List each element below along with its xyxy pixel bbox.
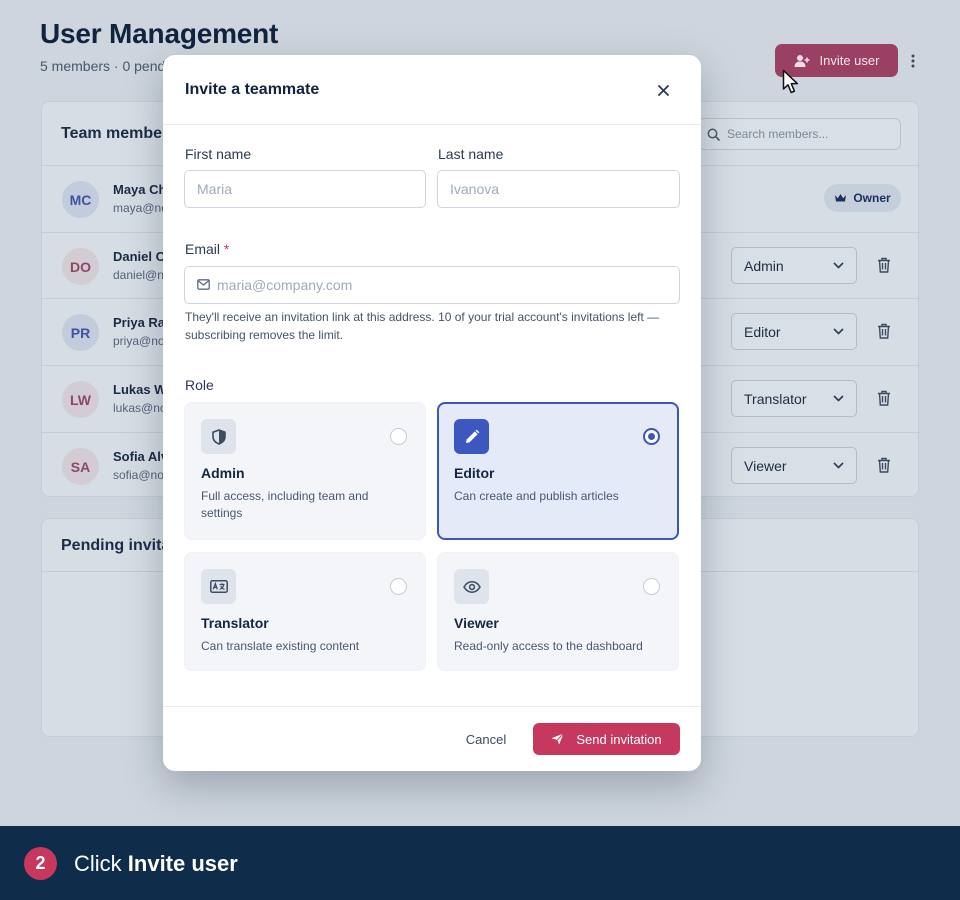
add-user-icon [794,54,810,68]
first-name-input[interactable] [185,171,425,207]
member-role-select[interactable]: Editor [731,313,857,350]
modal-header-divider [163,124,701,125]
caption-target: Invite user [127,851,238,876]
send-invitation-button[interactable]: Send invitation [533,723,680,755]
caption-prefix: Click [74,851,128,876]
first-name-field[interactable] [184,170,426,208]
role-option-editor[interactable]: Editor Can create and publish articles [437,402,679,540]
last-name-label: Last name [438,146,504,162]
tutorial-caption-bar: 2 Click Invite user [0,826,960,900]
modal-title: Invite a teammate [185,81,320,98]
invite-user-button-label: Invite user [819,53,880,68]
role-name: Admin [201,465,245,481]
chevron-down-icon [833,462,844,469]
send-icon [551,733,565,745]
first-name-label: First name [185,146,252,162]
trash-icon[interactable] [877,390,893,408]
role-option-translator[interactable]: Translator Can translate existing conten… [184,552,426,671]
close-icon[interactable] [653,80,673,100]
trash-icon[interactable] [877,457,893,475]
page-subtitle: 5 members · 0 pend [40,58,166,74]
search-icon [707,128,720,141]
member-name: Priya Ra [113,315,165,330]
last-name-field[interactable] [437,170,680,208]
member-name: Maya Ch [113,182,165,197]
team-members-title: Team members [61,125,178,142]
role-description: Read-only access to the dashboard [454,639,643,653]
trash-icon[interactable] [877,257,893,275]
mouse-cursor-icon [782,69,800,95]
member-role-select[interactable]: Translator [731,380,857,417]
member-role-value: Editor [744,323,781,340]
search-box[interactable] [698,118,901,150]
member-role-value: Translator [744,390,807,407]
avatar: DO [62,248,99,285]
email-label: Email * [185,241,229,257]
pending-invitations-title: Pending invitat [61,537,176,554]
role-option-viewer[interactable]: Viewer Read-only access to the dashboard [437,552,679,671]
modal-footer-divider [163,706,701,707]
role-name: Viewer [454,615,499,631]
role-radio[interactable] [390,428,407,445]
member-email: lukas@no [113,401,165,415]
member-email: maya@no [113,201,165,215]
send-invitation-label: Send invitation [576,731,662,747]
translate-icon [201,569,236,604]
step-number-badge: 2 [24,847,57,880]
email-field[interactable] [184,266,680,304]
role-radio[interactable] [643,578,660,595]
search-members-input[interactable] [727,127,877,141]
eye-icon [454,569,489,604]
email-label-text: Email [185,241,221,257]
chevron-down-icon [833,395,844,402]
role-radio[interactable] [390,578,407,595]
owner-badge-label: Owner [853,191,891,205]
chevron-down-icon [833,328,844,335]
role-name: Editor [454,465,495,481]
member-email: sofia@no [113,468,164,482]
role-description: Can translate existing content [201,639,360,653]
member-name: Sofia Alv [113,449,165,464]
role-radio[interactable] [643,428,660,445]
email-hint: They'll receive an invitation link at th… [185,310,660,342]
avatar: LW [62,381,99,418]
mail-icon [197,279,210,290]
member-role-value: Admin [744,257,784,274]
avatar: MC [62,181,99,218]
page-title: User Management [40,18,279,49]
member-email: priya@no [113,334,165,348]
required-marker: * [223,241,230,257]
role-option-admin[interactable]: Admin Full access, including team and se… [184,402,426,540]
crown-icon [834,193,847,203]
last-name-input[interactable] [438,171,679,207]
role-description: Can create and publish articles [454,489,619,503]
member-role-select[interactable]: Viewer [731,447,857,484]
avatar: PR [62,314,99,351]
caption-instruction: Click Invite user [74,851,238,877]
email-input[interactable] [185,267,679,303]
member-role-value: Viewer [744,457,787,474]
role-name: Translator [201,615,269,631]
invite-teammate-modal: Invite a teammate First name Last name E… [163,55,701,771]
chevron-down-icon [833,262,844,269]
member-name: Daniel O [113,249,165,264]
cancel-button[interactable]: Cancel [453,723,519,755]
avatar: SA [62,448,99,485]
trash-icon[interactable] [877,323,893,341]
role-description: Full access, including team and settings [201,489,369,520]
pencil-icon [454,419,489,454]
owner-badge: Owner [824,184,901,212]
member-name: Lukas W [113,382,165,397]
member-email: daniel@n [113,268,164,282]
member-role-select[interactable]: Admin [731,247,857,284]
kebab-menu-icon[interactable] [904,50,922,72]
shield-icon [201,419,236,454]
role-label: Role [185,377,214,393]
